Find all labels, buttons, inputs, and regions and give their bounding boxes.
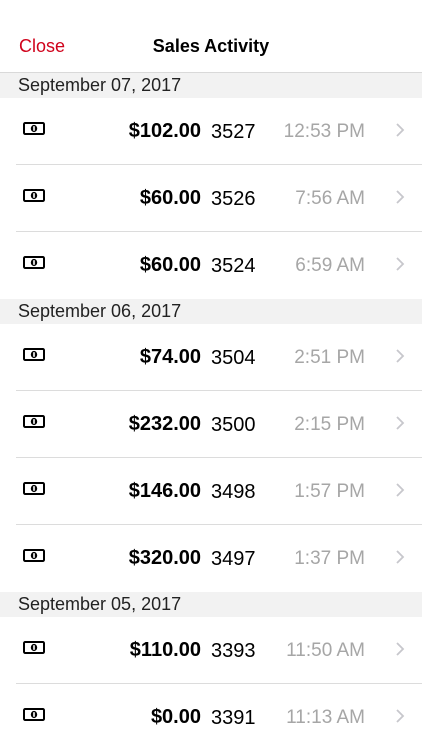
sale-row[interactable]: $110.00 3393 11:50 AM <box>0 617 422 684</box>
cash-icon <box>23 256 45 269</box>
chevron-right-icon[interactable] <box>395 483 405 497</box>
sale-time: 6:59 AM <box>295 255 365 276</box>
cash-icon <box>23 641 45 654</box>
chevron-right-icon[interactable] <box>395 550 405 564</box>
sale-amount: $102.00 <box>128 120 201 142</box>
sale-time: 2:51 PM <box>294 347 365 368</box>
section-header-date: September 07, 2017 <box>0 73 422 98</box>
sale-row[interactable]: $74.00 3504 2:51 PM <box>0 324 422 391</box>
ticket-number: 3527 <box>211 121 256 143</box>
sale-amount: $146.00 <box>128 480 201 502</box>
sale-amount: $60.00 <box>139 254 201 276</box>
ticket-number: 3393 <box>211 640 256 662</box>
chevron-right-icon[interactable] <box>395 709 405 723</box>
sale-time: 11:50 AM <box>286 640 365 661</box>
cash-icon <box>23 549 45 562</box>
ticket-number: 3498 <box>211 481 256 503</box>
sale-amount: $232.00 <box>128 413 201 435</box>
sale-row[interactable]: $102.00 3527 12:53 PM <box>0 98 422 165</box>
chevron-right-icon[interactable] <box>395 257 405 271</box>
cash-icon <box>23 348 45 361</box>
sale-time: 1:57 PM <box>294 481 365 502</box>
section-header-date: September 06, 2017 <box>0 299 422 324</box>
chevron-right-icon[interactable] <box>395 416 405 430</box>
ticket-number: 3526 <box>211 188 256 210</box>
navigation-bar: Close Sales Activity <box>0 0 422 73</box>
sale-amount: $74.00 <box>139 346 201 368</box>
sale-row[interactable]: $232.00 3500 2:15 PM <box>0 391 422 458</box>
chevron-right-icon[interactable] <box>395 642 405 656</box>
ticket-number: 3524 <box>211 255 256 277</box>
chevron-right-icon[interactable] <box>395 349 405 363</box>
sales-activity-list: September 07, 2017 $102.00 3527 12:53 PM $60… <box>0 73 422 751</box>
section-header-date: September 05, 2017 <box>0 592 422 617</box>
sale-amount: $110.00 <box>129 639 201 661</box>
sale-row[interactable]: $60.00 3524 6:59 AM <box>0 232 422 299</box>
chevron-right-icon[interactable] <box>395 190 405 204</box>
ticket-number: 3504 <box>211 347 256 369</box>
sale-row[interactable]: $320.00 3497 1:37 PM <box>0 525 422 592</box>
sale-row[interactable]: $60.00 3526 7:56 AM <box>0 165 422 232</box>
cash-icon <box>23 708 45 721</box>
cash-icon <box>23 189 45 202</box>
sale-time: 12:53 PM <box>283 121 365 142</box>
sale-amount: $320.00 <box>128 547 201 569</box>
chevron-right-icon[interactable] <box>395 123 405 137</box>
sale-row[interactable]: $0.00 3391 11:13 AM <box>0 684 422 751</box>
sale-time: 1:37 PM <box>294 548 365 569</box>
sale-time: 11:13 AM <box>286 707 365 728</box>
page-title: Sales Activity <box>152 36 270 56</box>
cash-icon <box>23 415 45 428</box>
ticket-number: 3500 <box>211 414 256 436</box>
sale-amount: $0.00 <box>150 706 201 728</box>
sale-time: 7:56 AM <box>295 188 365 209</box>
sale-amount: $60.00 <box>139 187 201 209</box>
ticket-number: 3497 <box>211 548 256 570</box>
cash-icon <box>23 122 45 135</box>
ticket-number: 3391 <box>211 707 256 729</box>
sale-time: 2:15 PM <box>294 414 365 435</box>
cash-icon <box>23 482 45 495</box>
sale-row[interactable]: $146.00 3498 1:57 PM <box>0 458 422 525</box>
